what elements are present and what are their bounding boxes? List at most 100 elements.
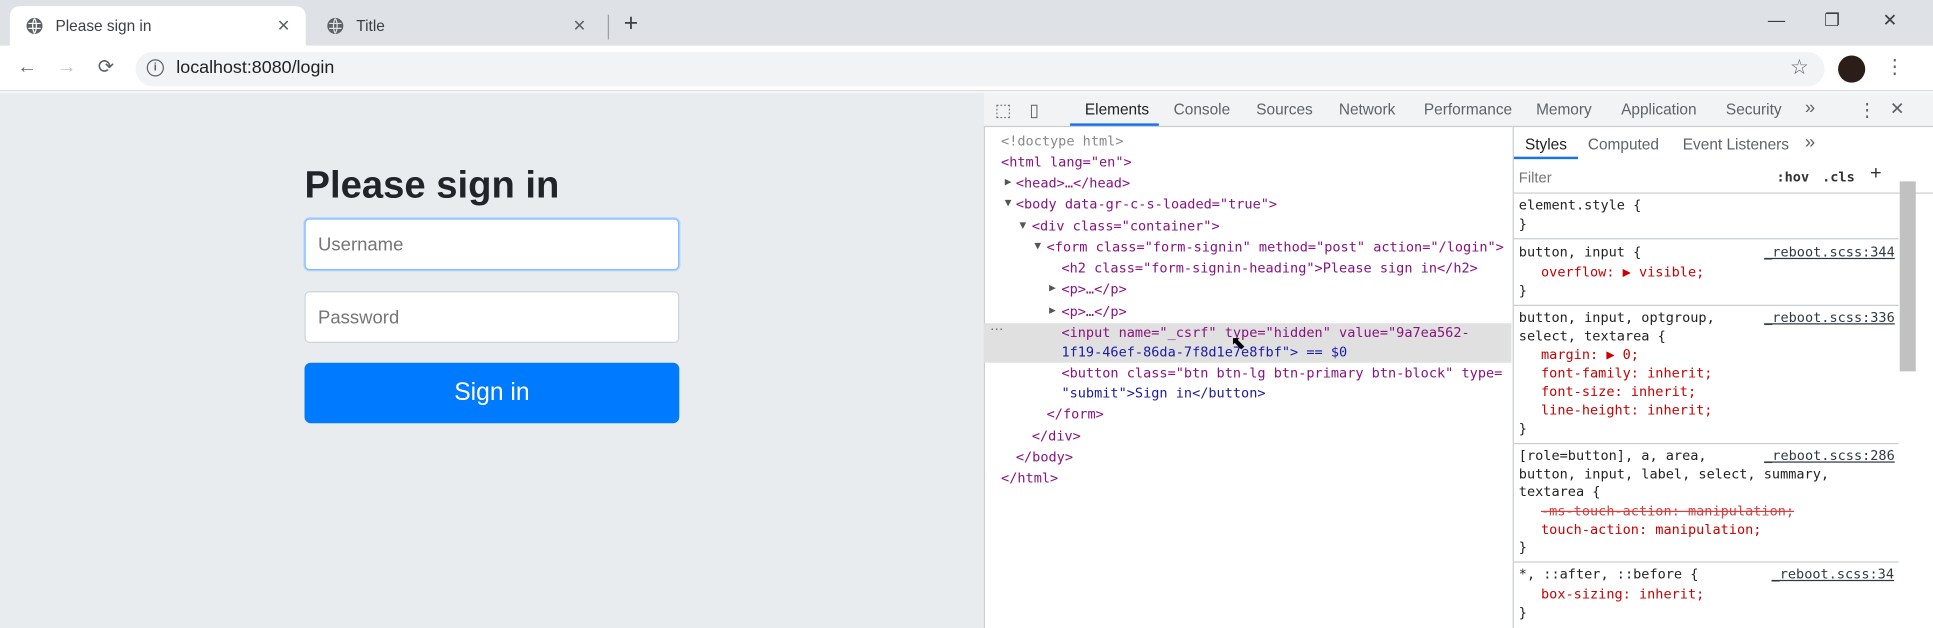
style-prop[interactable]: touch-action: manipulation; (1541, 522, 1761, 540)
close-tab-icon[interactable]: ✕ (274, 16, 294, 36)
info-icon[interactable]: i (146, 59, 164, 77)
dom-head[interactable]: <head>…</head> (1016, 173, 1130, 194)
style-rule-source[interactable]: _reboot.scss:286 (1764, 448, 1895, 464)
dom-p1[interactable]: <p>…</p> (1061, 279, 1126, 300)
forward-icon[interactable]: → (54, 56, 79, 81)
collapse-arrow-icon[interactable]: ▼ (1005, 194, 1012, 215)
rule-divider (1513, 238, 1899, 240)
style-rule-source[interactable]: _reboot.scss:336 (1764, 310, 1895, 326)
inspect-element-icon[interactable]: ⬚ (995, 100, 1011, 121)
dom-doctype: <!doctype html> (1001, 133, 1124, 150)
password-input[interactable] (304, 291, 680, 343)
close-tab-icon[interactable]: ✕ (570, 16, 590, 36)
node-options-icon[interactable]: ··· (990, 322, 1004, 337)
devtools-tab-memory[interactable]: Memory (1536, 101, 1592, 118)
dom-form-close[interactable]: </form> (1047, 403, 1104, 424)
tab-please-sign-in[interactable]: Please sign in ✕ (9, 6, 306, 46)
more-tabs-icon[interactable]: » (1805, 97, 1815, 118)
dom-body-close[interactable]: </body> (1016, 447, 1073, 468)
hov-toggle[interactable]: :hov (1776, 169, 1809, 185)
devtools-tab-network[interactable]: Network (1339, 101, 1396, 118)
more-side-tabs-icon[interactable]: » (1805, 132, 1815, 153)
style-prop[interactable]: margin: ▶ 0; (1541, 347, 1639, 365)
new-tab-icon[interactable]: + (624, 11, 638, 36)
dom-div-open[interactable]: <div class="container"> (1032, 216, 1220, 237)
tab-title: Please sign in (55, 17, 152, 35)
dom-html-close[interactable]: </html> (1001, 468, 1058, 489)
style-prop-overridden[interactable]: -ms-touch-action: manipulation; (1541, 503, 1794, 521)
sign-in-button[interactable]: Sign in (304, 362, 680, 424)
globe-icon (325, 16, 345, 36)
style-rule-source[interactable]: _reboot.scss:34 (1772, 566, 1894, 582)
event-listeners-tab[interactable]: Event Listeners (1683, 136, 1789, 153)
tab-title-page[interactable]: Title ✕ (311, 6, 602, 45)
dom-body-open[interactable]: <body data-gr-c-s-loaded="true"> (1016, 194, 1277, 215)
expand-arrow-icon[interactable]: ▶ (1049, 279, 1056, 300)
expand-arrow-icon[interactable]: ▶ (1049, 301, 1056, 322)
styles-filter-input[interactable] (1518, 165, 1761, 191)
styles-tab[interactable]: Styles (1525, 136, 1567, 153)
dom-div-close[interactable]: </div> (1032, 426, 1081, 447)
collapse-arrow-icon[interactable]: ▼ (1034, 237, 1041, 258)
style-prop[interactable]: line-height: inherit; (1541, 402, 1712, 420)
style-rule-selector: button, input { (1518, 244, 1642, 261)
style-prop[interactable]: box-sizing: inherit; (1541, 586, 1704, 604)
dom-p2[interactable]: <p>…</p> (1061, 301, 1126, 322)
style-rule-close: } (1518, 420, 1527, 437)
pane-divider[interactable] (1512, 127, 1514, 628)
page-heading: Please sign in (304, 162, 560, 207)
url-text: localhost:8080/login (176, 57, 335, 78)
dom-button-line2[interactable]: "submit">Sign in</button> (1061, 382, 1265, 403)
username-input[interactable] (304, 218, 680, 271)
device-toolbar-icon[interactable]: ▯ (1029, 100, 1039, 121)
style-rule-selector: *, ::after, ::before { (1518, 566, 1699, 583)
rule-divider (1513, 304, 1899, 306)
reload-icon[interactable]: ⟳ (94, 56, 119, 81)
devtools-menu-icon[interactable]: ⋮ (1858, 99, 1876, 121)
dom-input-line2[interactable]: 1f19-46ef-86da-7f8d1e7e8fbf"> == $0 (1061, 342, 1347, 363)
expand-arrow-icon[interactable]: ▶ (1005, 173, 1012, 194)
rule-divider (1513, 561, 1899, 563)
devtools-tab-application[interactable]: Application (1621, 101, 1696, 118)
active-tab-indicator (1070, 123, 1159, 126)
dom-html-open[interactable]: <html lang="en"> (1001, 152, 1132, 173)
dom-form-open[interactable]: <form class="form-signin" method="post" … (1047, 237, 1504, 258)
devtools-tab-elements[interactable]: Elements (1085, 101, 1149, 118)
dom-input-line1[interactable]: <input name="_csrf" type="hidden" value=… (1061, 322, 1469, 343)
dom-button-line1[interactable]: <button class="btn btn-lg btn-primary bt… (1061, 363, 1502, 384)
mouse-cursor-icon: ⬉ (1230, 333, 1246, 355)
new-style-rule-icon[interactable]: + (1870, 163, 1882, 185)
minimize-icon[interactable]: — (1764, 10, 1789, 30)
cls-toggle[interactable]: .cls (1822, 169, 1855, 185)
style-rule-close: } (1518, 604, 1527, 621)
devtools-tab-console[interactable]: Console (1174, 101, 1231, 118)
style-rule-close: } (1518, 539, 1527, 556)
back-icon[interactable]: ← (15, 56, 40, 81)
style-rule-selector: element.style { (1518, 197, 1642, 214)
style-rule-close: } (1518, 215, 1527, 232)
collapse-arrow-icon[interactable]: ▼ (1020, 216, 1027, 237)
close-devtools-icon[interactable]: ✕ (1890, 99, 1904, 120)
style-rule-source[interactable]: _reboot.scss:344 (1764, 244, 1895, 260)
tab-separator (607, 14, 610, 40)
devtools-tab-sources[interactable]: Sources (1256, 101, 1313, 118)
maximize-icon[interactable]: ❐ (1820, 10, 1845, 31)
devtools-tab-security[interactable]: Security (1726, 101, 1782, 118)
computed-tab[interactable]: Computed (1588, 136, 1659, 153)
menu-icon[interactable]: ⋮ (1885, 54, 1905, 79)
globe-icon (25, 16, 45, 36)
style-rule-close: } (1518, 282, 1527, 299)
address-bar[interactable] (135, 51, 1825, 87)
rule-divider (1513, 442, 1899, 445)
bookmark-star-icon[interactable]: ☆ (1790, 56, 1809, 81)
dom-h2[interactable]: <h2 class="form-signin-heading">Please s… (1061, 258, 1477, 279)
devtools-tab-performance[interactable]: Performance (1424, 101, 1512, 118)
profile-avatar[interactable] (1838, 55, 1866, 83)
tab-title: Title (356, 17, 385, 35)
close-window-icon[interactable]: ✕ (1878, 10, 1903, 31)
styles-scrollbar[interactable] (1899, 181, 1916, 372)
style-prop[interactable]: overflow: ▶ visible; (1541, 264, 1704, 282)
style-prop[interactable]: font-family: inherit; (1541, 365, 1712, 383)
style-rule-selector: button, input, optgroup, select, textare… (1518, 309, 1715, 344)
style-prop[interactable]: font-size: inherit; (1541, 384, 1696, 402)
